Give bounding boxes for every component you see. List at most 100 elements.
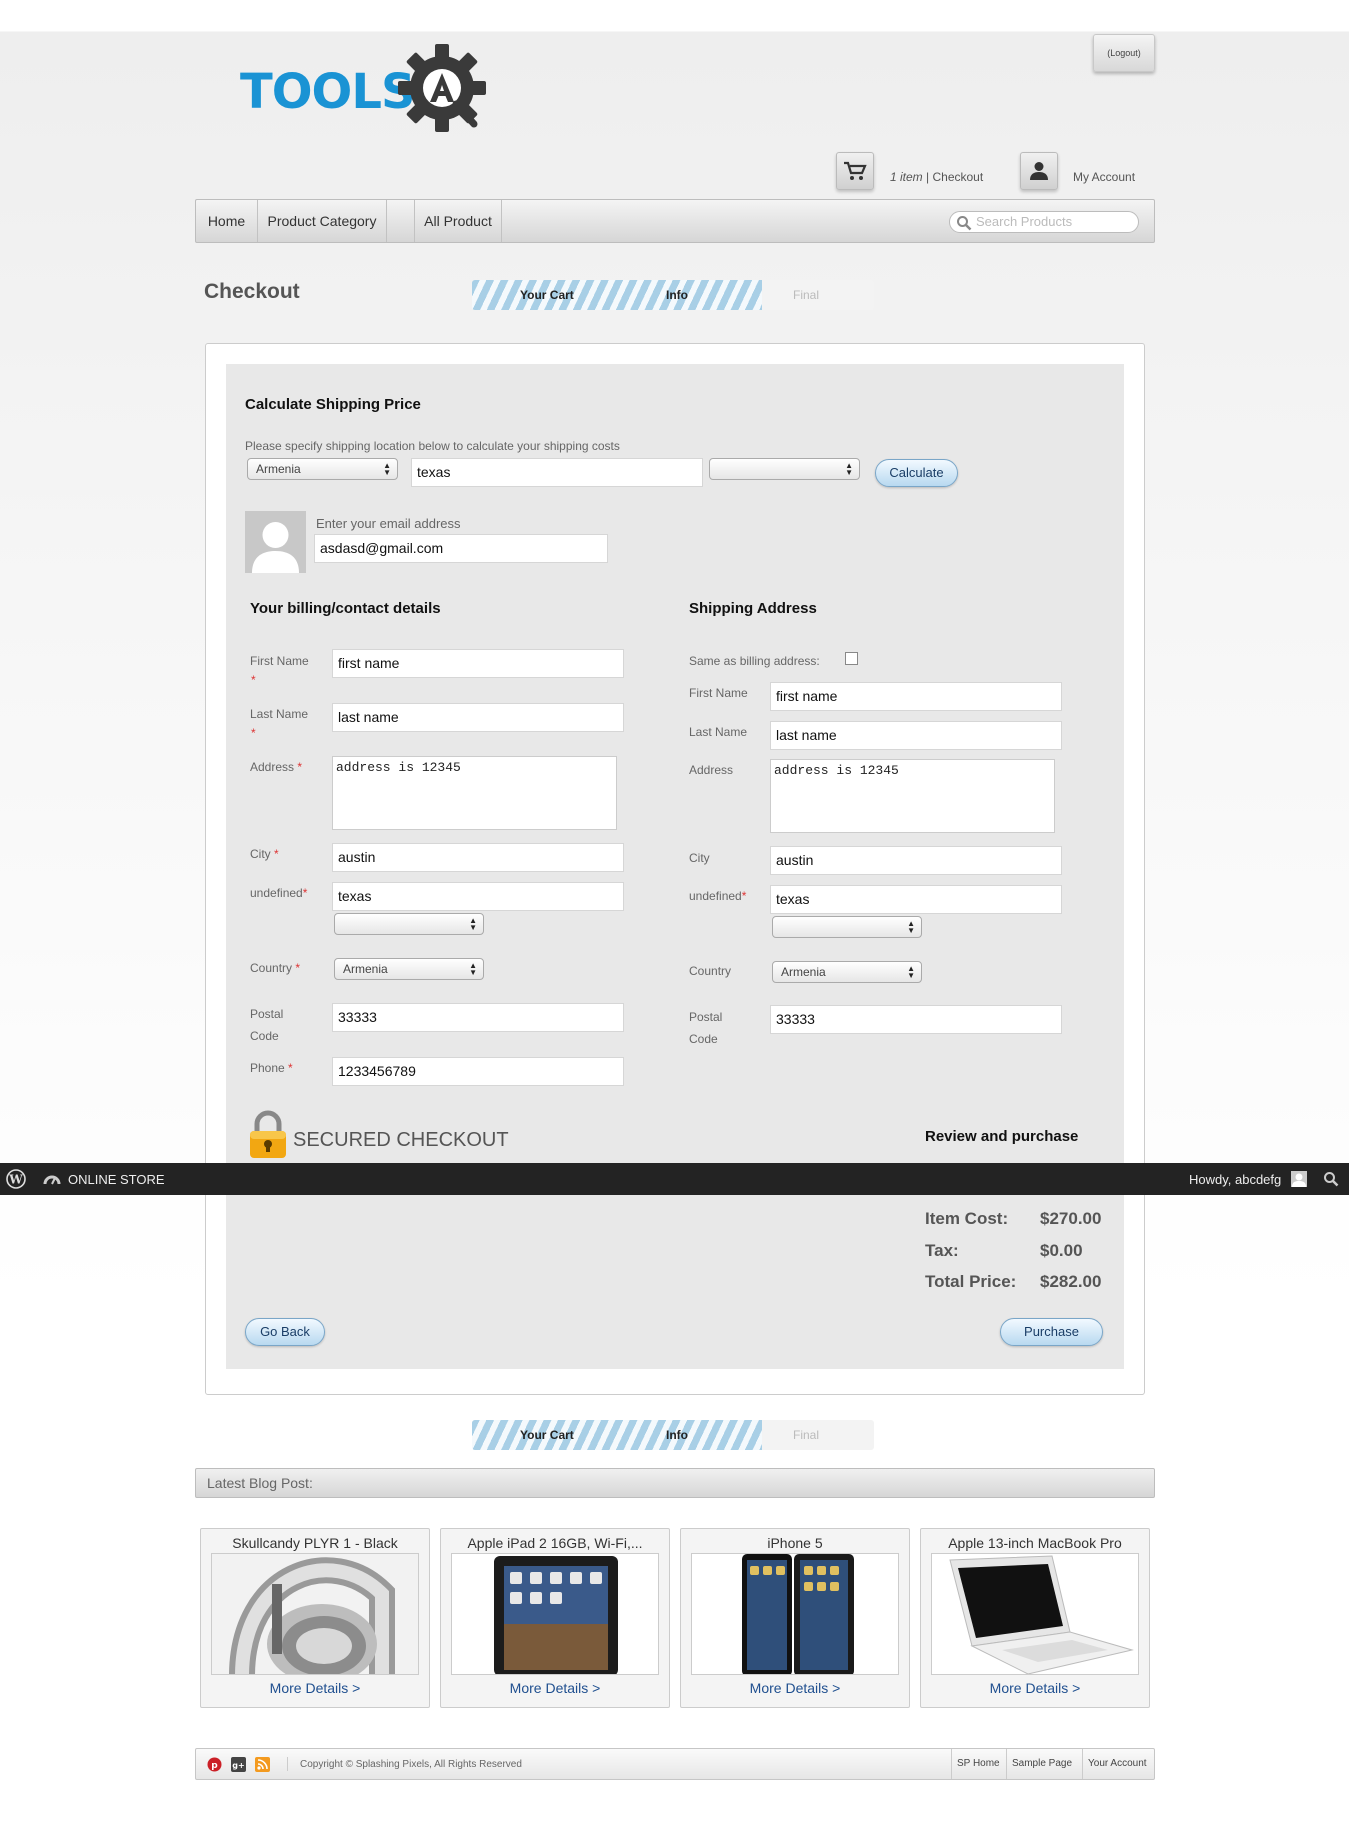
product-card: iPhone 5 More Details > bbox=[680, 1528, 910, 1708]
item-cost-value: $270.00 bbox=[1040, 1209, 1102, 1228]
checkout-progress-bottom: Your Cart Info Final bbox=[472, 1420, 874, 1450]
shipping-postal-field[interactable]: 33333 bbox=[770, 1005, 1062, 1034]
footer-link-sample-page[interactable]: Sample Page bbox=[1006, 1749, 1077, 1779]
required-mark: * bbox=[295, 961, 301, 975]
billing-address-field[interactable]: address is 12345 bbox=[332, 756, 617, 830]
required-mark: * bbox=[251, 726, 256, 740]
more-details-link[interactable]: More Details > bbox=[201, 1680, 429, 1696]
nav-item-all-product[interactable]: All Product bbox=[415, 200, 502, 242]
product-card: Skullcandy PLYR 1 - Black More Details > bbox=[200, 1528, 430, 1708]
latest-blog-post-header: Latest Blog Post: bbox=[195, 1468, 1155, 1498]
cart-icon[interactable] bbox=[836, 152, 874, 190]
tax-label: Tax: bbox=[925, 1241, 959, 1260]
padlock-icon bbox=[250, 1110, 286, 1158]
billing-last-name-field[interactable]: last name bbox=[332, 703, 624, 732]
required-mark: * bbox=[741, 889, 747, 903]
billing-title: Your billing/contact details bbox=[250, 600, 441, 617]
avatar bbox=[245, 511, 306, 573]
required-mark: * bbox=[297, 760, 303, 774]
billing-first-name-field[interactable]: first name bbox=[332, 649, 624, 678]
shipping-state-select[interactable]: ▲ ▼ bbox=[709, 458, 860, 480]
shipping-address-country-select[interactable]: Armenia ▲ ▼ bbox=[772, 961, 922, 983]
footer-link-sp-home[interactable]: SP Home bbox=[951, 1749, 1005, 1779]
shipping-first-name-label: First Name bbox=[689, 686, 748, 700]
progress-fill bbox=[472, 1420, 762, 1450]
shipping-last-name-label: Last Name bbox=[689, 725, 748, 739]
same-as-billing-checkbox[interactable] bbox=[845, 652, 858, 665]
product-image-headphones[interactable] bbox=[211, 1553, 419, 1675]
same-as-billing-label: Same as billing address: bbox=[689, 654, 820, 668]
billing-country-value: Armenia bbox=[343, 962, 388, 976]
billing-postal-label: Postal bbox=[250, 1007, 284, 1021]
shipping-postal-label: Postal bbox=[689, 1010, 723, 1024]
shipping-address-field[interactable]: address is 12345 bbox=[770, 759, 1055, 833]
purchase-button[interactable]: Purchase bbox=[1000, 1318, 1103, 1346]
svg-text:g+: g+ bbox=[232, 1761, 244, 1770]
billing-postal-field[interactable]: 33333 bbox=[332, 1003, 624, 1032]
my-account-link[interactable]: My Account bbox=[1073, 170, 1135, 184]
shipping-region-input[interactable]: texas bbox=[411, 458, 703, 487]
shipping-last-name-field[interactable]: last name bbox=[770, 721, 1062, 750]
review-title: Review and purchase bbox=[925, 1128, 1079, 1145]
site-footer: p g+ Copyright © Splashing Pixels, All R… bbox=[195, 1748, 1155, 1780]
more-details-link[interactable]: More Details > bbox=[441, 1680, 669, 1696]
shipping-state-field[interactable]: texas bbox=[770, 885, 1062, 914]
billing-state-label: undefined* bbox=[250, 886, 307, 900]
pinterest-icon[interactable]: p bbox=[207, 1757, 222, 1772]
shipping-state-select[interactable]: ▲ ▼ bbox=[772, 916, 922, 938]
copyright-text: Copyright © Splashing Pixels, All Rights… bbox=[300, 1759, 522, 1770]
rss-icon[interactable] bbox=[255, 1757, 270, 1772]
logo-text: TOOLS bbox=[240, 64, 416, 120]
more-details-link[interactable]: More Details > bbox=[921, 1680, 1149, 1696]
site-logo[interactable]: TOOLS bbox=[240, 42, 490, 132]
shipping-state-label-text: undefined bbox=[689, 889, 742, 903]
product-title[interactable]: iPhone 5 bbox=[681, 1535, 909, 1551]
email-field[interactable]: asdasd@gmail.com bbox=[314, 534, 608, 563]
footer-link-your-account[interactable]: Your Account bbox=[1082, 1749, 1152, 1779]
shipping-city-field[interactable]: austin bbox=[770, 846, 1062, 875]
shipping-address-label: Address bbox=[689, 763, 734, 777]
wordpress-icon[interactable]: W bbox=[6, 1169, 26, 1189]
svg-text:p: p bbox=[211, 1761, 218, 1771]
billing-state-field[interactable]: texas bbox=[332, 882, 624, 911]
go-back-button[interactable]: Go Back bbox=[245, 1318, 325, 1346]
admin-search-icon[interactable] bbox=[1323, 1171, 1339, 1187]
progress-step-final: Final bbox=[793, 1428, 820, 1442]
product-title[interactable]: Apple iPad 2 16GB, Wi-Fi,... bbox=[441, 1535, 669, 1551]
product-title[interactable]: Skullcandy PLYR 1 - Black bbox=[201, 1535, 429, 1551]
shipping-first-name-field[interactable]: first name bbox=[770, 682, 1062, 711]
logout-button[interactable]: (Logout) bbox=[1093, 34, 1155, 72]
billing-phone-field[interactable]: 1233456789 bbox=[332, 1057, 624, 1086]
product-image-macbook[interactable] bbox=[931, 1553, 1139, 1675]
product-card: Apple iPad 2 16GB, Wi-Fi,... More Detail… bbox=[440, 1528, 670, 1708]
admin-bar-site-name[interactable]: ONLINE STORE bbox=[68, 1172, 165, 1187]
svg-text:W: W bbox=[8, 1173, 23, 1187]
billing-state-select[interactable]: ▲ ▼ bbox=[334, 913, 484, 935]
cart-summary-link[interactable]: 1 item | Checkout bbox=[890, 170, 983, 184]
more-details-link[interactable]: More Details > bbox=[681, 1680, 909, 1696]
page-title: Checkout bbox=[204, 280, 300, 303]
search-input[interactable]: Search Products bbox=[949, 211, 1139, 233]
product-title[interactable]: Apple 13-inch MacBook Pro bbox=[921, 1535, 1149, 1551]
admin-bar-greeting[interactable]: Howdy, abcdefg bbox=[1189, 1172, 1281, 1187]
select-arrows-icon: ▲ ▼ bbox=[469, 961, 477, 977]
shipping-title: Shipping Address bbox=[689, 600, 817, 617]
nav-item-empty[interactable] bbox=[387, 200, 415, 242]
product-image-ipad[interactable] bbox=[451, 1553, 659, 1675]
billing-country-label: Country * bbox=[250, 961, 300, 975]
admin-avatar[interactable] bbox=[1291, 1171, 1307, 1187]
dashboard-icon bbox=[43, 1175, 61, 1185]
required-mark: * bbox=[288, 1061, 293, 1075]
shipping-country-value: Armenia bbox=[256, 462, 301, 476]
main-nav: Home Product Category All Product Search… bbox=[195, 199, 1155, 243]
google-plus-icon[interactable]: g+ bbox=[231, 1757, 246, 1772]
calculate-button[interactable]: Calculate bbox=[875, 459, 958, 487]
billing-country-select[interactable]: Armenia ▲ ▼ bbox=[334, 958, 484, 980]
nav-item-product-category[interactable]: Product Category bbox=[258, 200, 387, 242]
product-image-iphone[interactable] bbox=[691, 1553, 899, 1675]
nav-item-home[interactable]: Home bbox=[196, 200, 258, 242]
billing-city-field[interactable]: austin bbox=[332, 843, 624, 872]
account-icon[interactable] bbox=[1020, 152, 1058, 190]
shipping-country-select[interactable]: Armenia ▲ ▼ bbox=[247, 458, 398, 480]
billing-address-label-text: Address bbox=[250, 760, 295, 774]
